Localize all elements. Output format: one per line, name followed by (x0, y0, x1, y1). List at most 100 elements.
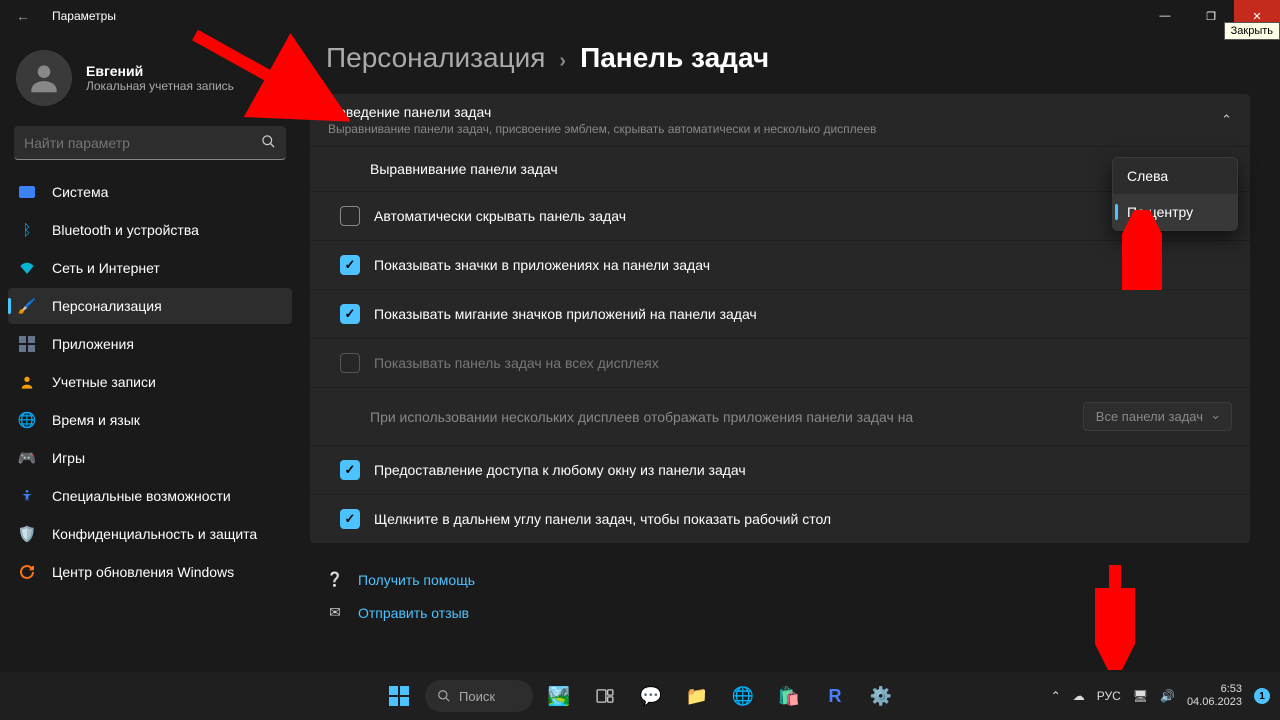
breadcrumb: Персонализация › Панель задач (310, 42, 1250, 74)
shield-icon: 🛡️ (18, 525, 36, 543)
minimize-button[interactable]: — (1142, 0, 1188, 32)
sidebar-item-label: Персонализация (52, 298, 162, 314)
avatar (16, 50, 72, 106)
row-all-displays: Показывать панель задач на всех дисплеях (310, 338, 1250, 387)
apps-icon (18, 335, 36, 353)
sidebar-item-time[interactable]: 🌐 Время и язык (8, 402, 292, 438)
sidebar-item-label: Игры (52, 450, 85, 466)
taskbar-app-revit[interactable]: R (815, 676, 855, 716)
sidebar-item-personalization[interactable]: 🖌️ Персонализация (8, 288, 292, 324)
sidebar-item-update[interactable]: Центр обновления Windows (8, 554, 292, 590)
help-icon: ❔ (326, 571, 344, 588)
nav-list: Система ᛒ Bluetooth и устройства Сеть и И… (8, 174, 292, 590)
row-autohide[interactable]: Автоматически скрывать панель задач (310, 191, 1250, 240)
titlebar: ← Параметры — ❐ ✕ (0, 0, 1280, 32)
row-label: Предоставление доступа к любому окну из … (374, 462, 746, 478)
row-alignment[interactable]: Выравнивание панели задач (310, 146, 1250, 191)
link-feedback[interactable]: ✉ Отправить отзыв (326, 596, 1250, 629)
tray-time: 6:53 (1187, 683, 1242, 696)
chevron-up-icon[interactable]: ⌃ (1221, 112, 1232, 128)
popup-option-center[interactable]: По центру (1113, 194, 1237, 230)
chevron-right-icon: › (559, 50, 566, 73)
update-icon (18, 563, 36, 581)
checkbox-badges[interactable] (340, 255, 360, 275)
person-icon (18, 373, 36, 391)
sidebar-item-privacy[interactable]: 🛡️ Конфиденциальность и защита (8, 516, 292, 552)
tray-clock[interactable]: 6:53 04.06.2023 (1187, 683, 1242, 709)
row-label: Показывать мигание значков приложений на… (374, 306, 757, 322)
row-any-window[interactable]: Предоставление доступа к любому окну из … (310, 445, 1250, 494)
taskbar-app-chat[interactable]: 💬 (631, 676, 671, 716)
link-get-help[interactable]: ❔ Получить помощь (326, 563, 1250, 596)
search-field[interactable] (24, 135, 261, 151)
alignment-popup: Слева По центру (1112, 157, 1238, 231)
taskbar-search-label: Поиск (459, 689, 495, 704)
taskbar-app-taskview[interactable] (585, 676, 625, 716)
row-label: Щелкните в дальнем углу панели задач, чт… (374, 511, 831, 527)
access-icon (18, 487, 36, 505)
taskbar: Поиск 🏞️ 💬 📁 🌐 🛍️ R ⚙️ ⌃ ☁ РУС 🖥 🔊 6:53 … (0, 672, 1280, 720)
tray-language[interactable]: РУС (1097, 689, 1121, 703)
section-title: Поведение панели задач (328, 104, 876, 120)
tray-network-icon[interactable]: 🖥 (1133, 689, 1148, 703)
sidebar-item-label: Bluetooth и устройства (52, 222, 199, 238)
checkbox-flashing[interactable] (340, 304, 360, 324)
checkbox-autohide[interactable] (340, 206, 360, 226)
link-label: Получить помощь (358, 572, 475, 588)
taskbar-search[interactable]: Поиск (425, 680, 533, 712)
back-button[interactable]: ← (16, 8, 40, 24)
profile-subtitle: Локальная учетная запись (86, 79, 234, 93)
row-badges[interactable]: Показывать значки в приложениях на панел… (310, 240, 1250, 289)
bluetooth-icon: ᛒ (18, 221, 36, 239)
sidebar-item-accounts[interactable]: Учетные записи (8, 364, 292, 400)
feedback-icon: ✉ (326, 604, 344, 621)
sidebar-item-label: Приложения (52, 336, 134, 352)
sidebar: Евгений Локальная учетная запись Система… (0, 32, 300, 672)
checkbox-any-window[interactable] (340, 460, 360, 480)
row-corner[interactable]: Щелкните в дальнем углу панели задач, чт… (310, 494, 1250, 543)
section-header[interactable]: Поведение панели задач Выравнивание пане… (310, 94, 1250, 146)
wifi-icon (18, 259, 36, 277)
sidebar-item-label: Сеть и Интернет (52, 260, 160, 276)
popup-option-left[interactable]: Слева (1113, 158, 1237, 194)
monitor-icon (18, 183, 36, 201)
profile-block[interactable]: Евгений Локальная учетная запись (8, 42, 292, 122)
sidebar-item-label: Конфиденциальность и защита (52, 526, 257, 542)
dropdown-multidisplay: Все панели задач (1083, 402, 1232, 431)
sidebar-item-system[interactable]: Система (8, 174, 292, 210)
close-tooltip: Закрыть (1224, 22, 1280, 40)
taskbar-app-store[interactable]: 🛍️ (769, 676, 809, 716)
row-label: Выравнивание панели задач (370, 161, 1232, 177)
clock-icon: 🌐 (18, 411, 36, 429)
main-panel: Персонализация › Панель задач Поведение … (300, 32, 1280, 672)
notification-badge[interactable]: 1 (1254, 688, 1270, 704)
sidebar-item-apps[interactable]: Приложения (8, 326, 292, 362)
search-input[interactable] (14, 126, 286, 160)
sidebar-item-bluetooth[interactable]: ᛒ Bluetooth и устройства (8, 212, 292, 248)
sidebar-item-label: Система (52, 184, 108, 200)
profile-name: Евгений (86, 63, 234, 79)
checkbox-corner[interactable] (340, 509, 360, 529)
game-icon: 🎮 (18, 449, 36, 467)
breadcrumb-root[interactable]: Персонализация (326, 42, 545, 74)
tray-onedrive-icon[interactable]: ☁ (1073, 689, 1085, 703)
taskbar-app-widget[interactable]: 🏞️ (539, 676, 579, 716)
tray-volume-icon[interactable]: 🔊 (1160, 689, 1175, 703)
taskbar-app-explorer[interactable]: 📁 (677, 676, 717, 716)
taskbar-center: Поиск 🏞️ 💬 📁 🌐 🛍️ R ⚙️ (379, 676, 901, 716)
sidebar-item-gaming[interactable]: 🎮 Игры (8, 440, 292, 476)
sidebar-item-network[interactable]: Сеть и Интернет (8, 250, 292, 286)
row-flashing[interactable]: Показывать мигание значков приложений на… (310, 289, 1250, 338)
sidebar-item-accessibility[interactable]: Специальные возможности (8, 478, 292, 514)
brush-icon: 🖌️ (18, 297, 36, 315)
tray-overflow-icon[interactable]: ⌃ (1051, 689, 1061, 703)
page-title: Панель задач (580, 42, 769, 74)
row-label: Показывать панель задач на всех дисплеях (374, 355, 659, 371)
taskbar-app-settings[interactable]: ⚙️ (861, 676, 901, 716)
help-links: ❔ Получить помощь ✉ Отправить отзыв (310, 563, 1250, 629)
row-multidisplay: При использовании нескольких дисплеев от… (310, 387, 1250, 445)
sidebar-item-label: Учетные записи (52, 374, 156, 390)
sidebar-item-label: Время и язык (52, 412, 140, 428)
start-button[interactable] (379, 676, 419, 716)
taskbar-app-edge[interactable]: 🌐 (723, 676, 763, 716)
